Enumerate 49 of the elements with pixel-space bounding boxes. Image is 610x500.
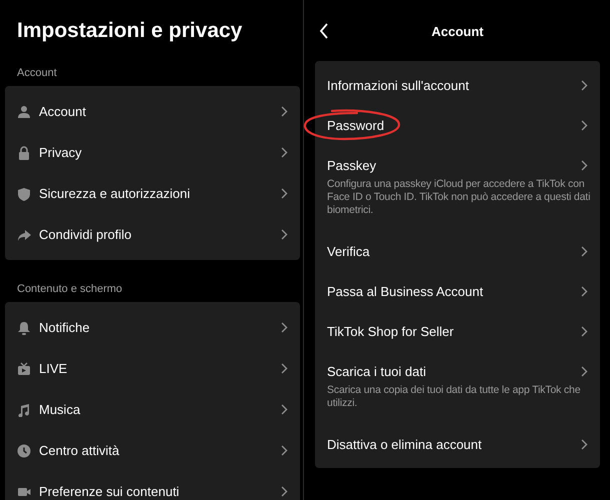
menu-item[interactable]: Password	[315, 105, 600, 145]
chevron-right-icon	[281, 404, 288, 415]
share-icon	[17, 228, 31, 242]
menu-item[interactable]: Informazioni sull'account	[315, 65, 600, 105]
menu-item[interactable]: Disattiva o elimina account	[315, 424, 600, 464]
menu-item[interactable]: Condividi profilo	[5, 214, 300, 255]
section-header: Account	[16, 66, 58, 81]
chevron-right-icon	[581, 120, 588, 130]
shield-icon	[17, 186, 31, 200]
chevron-right-icon	[281, 106, 288, 117]
menu-item[interactable]: Musica	[5, 389, 300, 430]
menu-item[interactable]: Privacy	[5, 132, 300, 173]
item-description: Configura una passkey iCloud per accedere a TikTok con Face ID o Touch ID. TikTok non può accedere a questi dati biometrici.	[327, 178, 592, 218]
chevron-right-icon	[581, 286, 588, 296]
chevron-right-icon	[281, 445, 288, 456]
menu-item[interactable]: Notifiche	[5, 307, 300, 348]
bell-icon	[17, 320, 31, 334]
menu-item[interactable]: Centro attività	[5, 430, 300, 471]
chevron-right-icon	[581, 438, 588, 450]
menu-item[interactable]: Verifica	[315, 231, 600, 271]
chevron-right-icon	[281, 322, 288, 333]
menu-item[interactable]: Account	[5, 91, 300, 132]
lock-icon	[17, 146, 31, 160]
back-icon[interactable]	[319, 23, 329, 39]
chevron-right-icon	[281, 147, 288, 158]
clock-icon	[17, 444, 31, 458]
page-title: Impostazioni e privacy	[16, 18, 244, 44]
section-header: Contenuto e schermo	[16, 282, 124, 297]
item-description: Scarica una copia dei tuoi dati da tutte le app TikTok che utilizzi.	[327, 384, 582, 411]
chevron-right-icon	[581, 246, 588, 256]
menu-item[interactable]: TikTok Shop for Seller	[315, 311, 600, 351]
chevron-right-icon	[281, 363, 288, 374]
menu-item[interactable]: Passa al Business Account	[315, 271, 600, 311]
chevron-right-icon	[281, 229, 288, 240]
music-note-icon	[17, 402, 31, 416]
menu-item[interactable]: LIVE	[5, 348, 300, 389]
menu-item[interactable]: Passkey Configura una passkey iCloud per accedere a TikTok con Face ID o Touch ID. TikTok non può accedere a questi dati biometrici.	[315, 145, 600, 231]
person-icon	[17, 104, 31, 118]
chevron-right-icon	[581, 80, 588, 90]
menu-item[interactable]: Scarica i tuoi dati Scarica una copia dei tuoi dati da tutte le app TikTok che utilizzi.	[315, 351, 600, 424]
chevron-right-icon	[281, 486, 288, 497]
chevron-right-icon	[581, 326, 588, 336]
menu-item[interactable]: Preferenze sui contenuti	[5, 471, 300, 500]
chevron-right-icon	[581, 366, 588, 376]
chevron-right-icon	[581, 160, 588, 170]
tv-icon	[17, 362, 31, 376]
chevron-right-icon	[281, 188, 288, 199]
header-title: Account	[432, 24, 484, 39]
menu-item[interactable]: Sicurezza e autorizzazioni	[5, 173, 300, 214]
